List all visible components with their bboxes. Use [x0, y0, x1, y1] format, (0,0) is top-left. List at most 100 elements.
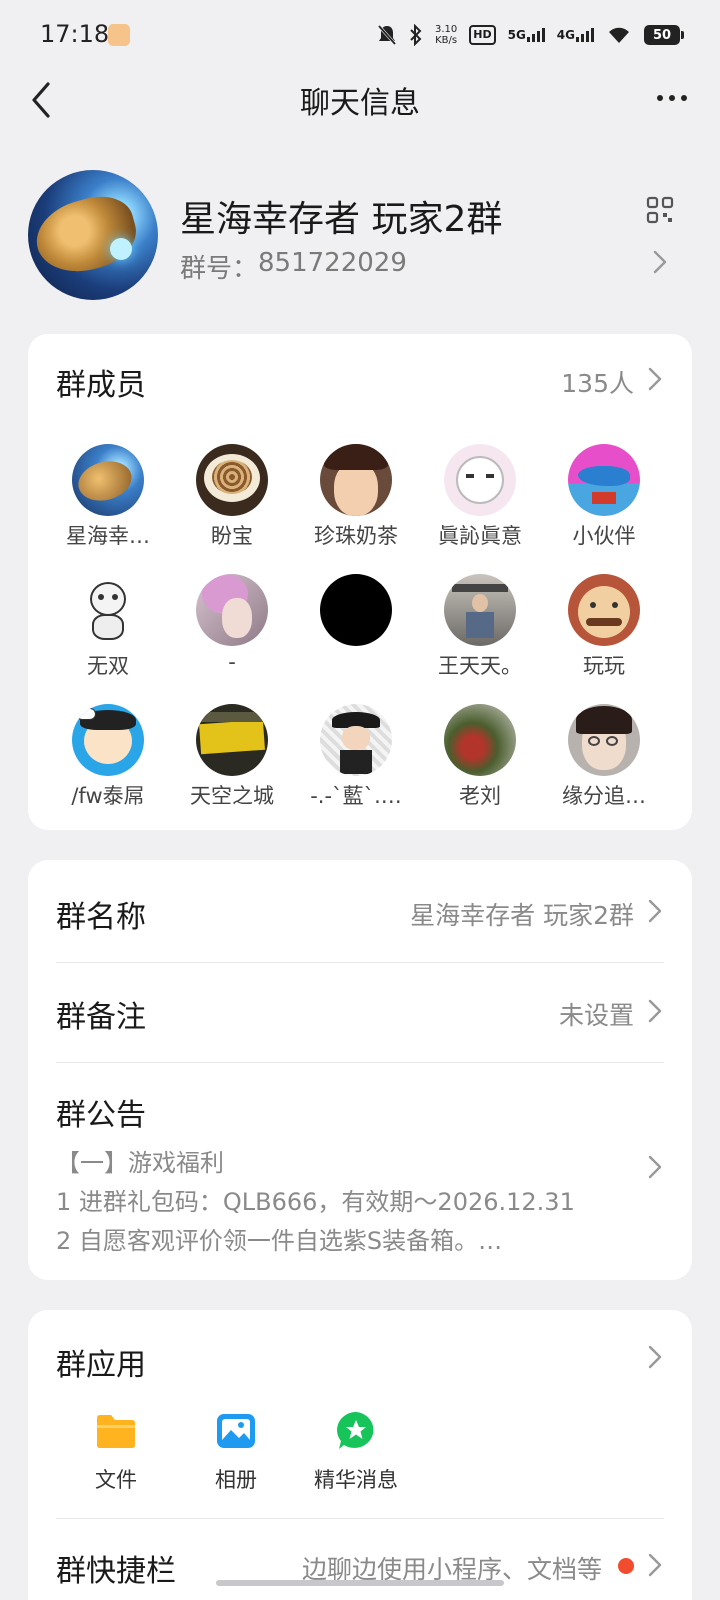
group-id-label: 群号：	[180, 254, 259, 284]
signal-4g-icon: 4G	[557, 28, 594, 42]
member-name: 玩玩	[583, 654, 625, 678]
hd-voice-icon: HD	[469, 25, 496, 45]
member-avatar[interactable]	[320, 444, 392, 516]
group-name: 星海幸存者 玩家2群	[180, 199, 503, 240]
member-avatar[interactable]	[320, 574, 392, 646]
member-item[interactable]: 王天天。	[418, 574, 542, 680]
member-avatar[interactable]	[568, 444, 640, 516]
member-item[interactable]: /fw泰屌	[46, 704, 170, 810]
member-name: 无双	[87, 654, 129, 678]
member-item[interactable]: 玩玩	[542, 574, 666, 680]
member-avatar[interactable]	[196, 574, 268, 646]
app-label: 精华消息	[314, 1468, 398, 1492]
member-name: 天空之城	[190, 784, 274, 808]
group-info-card: 群名称 星海幸存者 玩家2群 群备注 未设置 群公告 【一】游戏福利 1 进群礼…	[28, 860, 692, 1280]
member-item[interactable]: 星海幸…	[46, 444, 170, 550]
app-files[interactable]: 文件	[56, 1410, 176, 1494]
member-name: 缘分追…	[562, 784, 646, 808]
app-label: 文件	[95, 1468, 137, 1492]
group-name-label: 群名称	[56, 900, 146, 935]
more-icon[interactable]	[650, 80, 694, 116]
battery-icon: 50	[644, 25, 684, 45]
member-avatar[interactable]	[568, 704, 640, 776]
group-remark-label: 群备注	[56, 1000, 146, 1035]
divider	[56, 962, 664, 963]
group-id-value: 851722029	[258, 248, 407, 278]
status-time: 17:18	[40, 20, 110, 48]
group-header[interactable]: 星海幸存者 玩家2群 群号： 851722029	[0, 170, 720, 300]
member-item[interactable]: 老刘	[418, 704, 542, 810]
status-icons: 3.10 KB/s HD 5G 4G 50	[377, 20, 684, 50]
app-album[interactable]: 相册	[176, 1410, 296, 1494]
member-item[interactable]	[294, 574, 418, 680]
app-highlights[interactable]: 精华消息	[296, 1410, 416, 1494]
divider	[56, 1518, 664, 1519]
members-title: 群成员	[56, 368, 146, 403]
chevron-right-icon[interactable]	[646, 898, 664, 924]
folder-icon	[95, 1410, 137, 1452]
member-name: /fw泰屌	[71, 784, 145, 808]
member-name: 珍珠奶茶	[314, 524, 398, 548]
member-avatar[interactable]	[444, 574, 516, 646]
member-item[interactable]: ‐.‐`藍`.…	[294, 704, 418, 810]
member-item[interactable]: -	[170, 574, 294, 680]
group-id: 群号： 851722029	[180, 248, 407, 285]
member-name: 眞訫眞意	[438, 524, 522, 548]
group-name-value: 星海幸存者 玩家2群	[410, 901, 634, 930]
member-avatar[interactable]	[196, 444, 268, 516]
signal-5g-icon: 5G	[508, 28, 545, 42]
group-apps-card: 群应用 文件 相册 精华消息 群快捷栏 边聊边使用小程序、文档等	[28, 1310, 692, 1600]
member-item[interactable]: 小伙伴	[542, 444, 666, 550]
group-avatar[interactable]	[28, 170, 158, 300]
group-apps-list: 文件 相册 精华消息	[56, 1410, 416, 1494]
member-name: 盼宝	[211, 524, 253, 548]
member-name: 王天天。	[438, 654, 522, 678]
app-label: 相册	[215, 1468, 257, 1492]
chevron-right-icon[interactable]	[646, 366, 664, 392]
qr-code-icon[interactable]	[646, 196, 674, 224]
chevron-right-icon[interactable]	[646, 1552, 664, 1578]
mute-bell-icon	[377, 24, 397, 46]
group-shortcut-label: 群快捷栏	[56, 1554, 176, 1589]
member-item[interactable]: 眞訫眞意	[418, 444, 542, 550]
member-avatar[interactable]	[72, 444, 144, 516]
wifi-icon	[606, 25, 632, 45]
page-title: 聊天信息	[300, 86, 420, 121]
member-avatar[interactable]	[72, 574, 144, 646]
chevron-right-icon[interactable]	[646, 998, 664, 1024]
member-avatar[interactable]	[320, 704, 392, 776]
member-avatar[interactable]	[72, 704, 144, 776]
member-name: -	[228, 650, 236, 674]
group-notice-content: 【一】游戏福利 1 进群礼包码：QLB666，有效期～2026.12.31 2 …	[56, 1144, 575, 1261]
group-remark-value: 未设置	[558, 1001, 634, 1030]
member-avatar[interactable]	[568, 574, 640, 646]
chevron-right-icon[interactable]	[646, 1154, 664, 1180]
notice-line: 2 自愿客观评价领一件自选紫S装备箱。…	[56, 1227, 503, 1255]
red-dot-badge	[618, 1558, 634, 1574]
member-avatar[interactable]	[196, 704, 268, 776]
member-name: ‐.‐`藍`.…	[310, 784, 402, 808]
chevron-right-icon[interactable]	[650, 250, 670, 274]
member-item[interactable]: 无双	[46, 574, 170, 680]
member-item[interactable]: 盼宝	[170, 444, 294, 550]
home-indicator[interactable]	[216, 1580, 504, 1586]
chevron-right-icon[interactable]	[646, 1344, 664, 1370]
member-name: 老刘	[459, 784, 501, 808]
bluetooth-icon	[409, 24, 423, 46]
notice-line: 【一】游戏福利	[56, 1149, 224, 1177]
divider	[56, 1062, 664, 1063]
notice-line: 1 进群礼包码：QLB666，有效期～2026.12.31	[56, 1188, 575, 1216]
members-grid: 星海幸… 盼宝 珍珠奶茶 眞訫眞意 小伙伴 无双 - 王天天。 玩玩 /fw泰屌…	[46, 444, 674, 810]
album-icon	[215, 1410, 257, 1452]
notification-app-icon	[108, 24, 130, 46]
member-item[interactable]: 缘分追…	[542, 704, 666, 810]
status-bar: 17:18 3.10 KB/s HD 5G 4G 50	[0, 0, 720, 70]
member-avatar[interactable]	[444, 444, 516, 516]
member-avatar[interactable]	[444, 704, 516, 776]
nav-bar: 聊天信息	[0, 70, 720, 125]
member-count[interactable]: 135人	[561, 364, 634, 400]
member-item[interactable]: 天空之城	[170, 704, 294, 810]
member-item[interactable]: 珍珠奶茶	[294, 444, 418, 550]
member-name: 小伙伴	[572, 524, 636, 548]
members-card: 群成员 135人 星海幸… 盼宝 珍珠奶茶 眞訫眞意 小伙伴 无双 - 王天天。…	[28, 334, 692, 830]
